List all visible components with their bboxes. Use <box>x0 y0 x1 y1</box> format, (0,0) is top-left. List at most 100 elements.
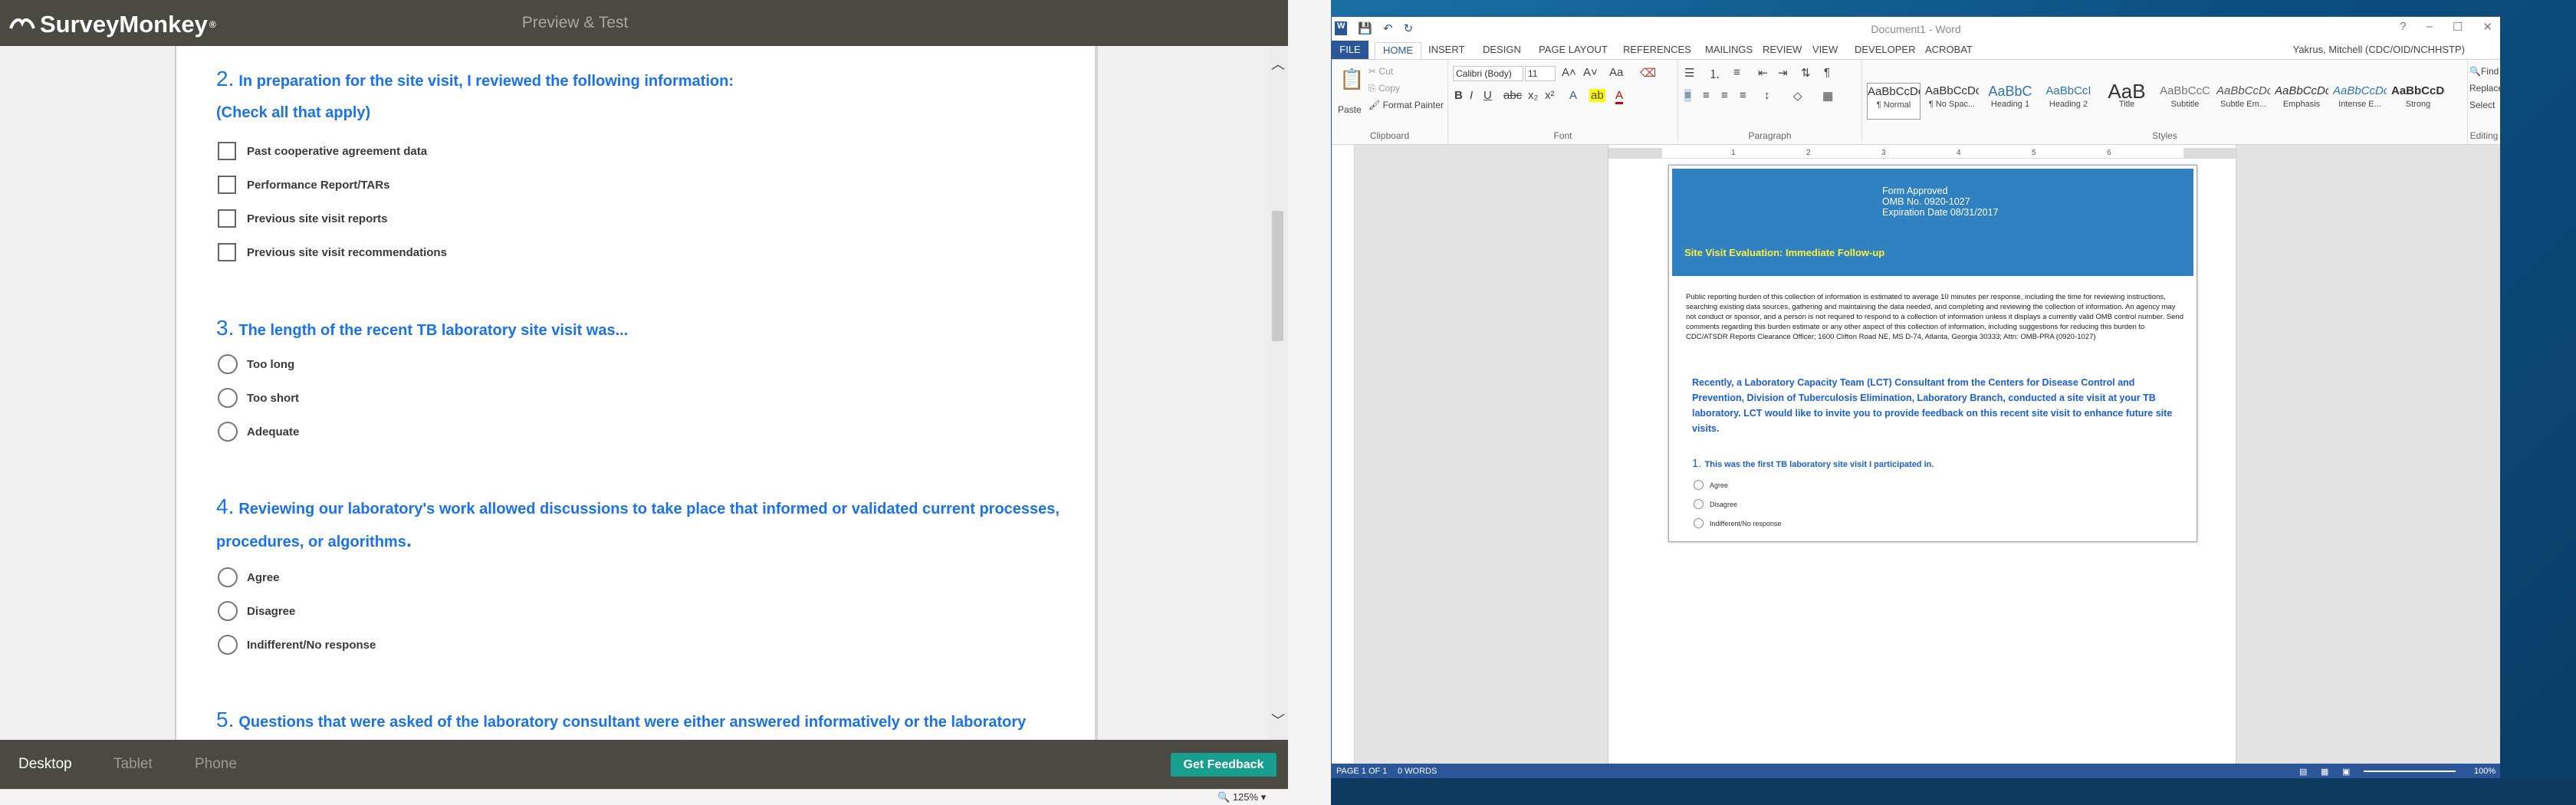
multilevel-list-icon[interactable]: ≡ <box>1733 66 1740 79</box>
shrink-font-icon[interactable]: A˅ <box>1583 66 1598 79</box>
replace-button[interactable]: Replace <box>2469 83 2503 94</box>
subscript-icon[interactable]: x₂ <box>1528 89 1538 102</box>
scroll-up-icon[interactable]: ︿ <box>1271 54 1285 74</box>
checkbox[interactable] <box>218 142 236 160</box>
show-formatting-icon[interactable]: ¶ <box>1824 66 1830 79</box>
checkbox[interactable] <box>218 243 236 261</box>
select-button[interactable]: Select <box>2469 100 2495 110</box>
numbering-icon[interactable]: ⒈ <box>1709 66 1720 82</box>
checkbox-option[interactable]: Performance Report/TARs <box>218 176 389 194</box>
radio-option[interactable]: Indifferent/No response <box>218 635 376 655</box>
zoom-percent[interactable]: 100% <box>2474 767 2496 776</box>
tab-developer[interactable]: DEVELOPER <box>1855 44 1915 55</box>
bold-icon[interactable]: B <box>1454 89 1463 102</box>
highlight-icon[interactable]: ab <box>1589 89 1605 102</box>
text-effects-icon[interactable]: A <box>1569 89 1577 102</box>
bullets-icon[interactable]: ☰ <box>1684 66 1694 80</box>
style-subtle-emphasis[interactable]: AaBbCcDc Subtle Em... <box>2216 83 2270 120</box>
tab-references[interactable]: REFERENCES <box>1623 44 1691 55</box>
checkbox-option[interactable]: Past cooperative agreement data <box>218 142 427 160</box>
device-desktop-tab[interactable]: Desktop <box>18 756 72 773</box>
find-button[interactable]: 🔍Find <box>2469 66 2499 77</box>
radio-option[interactable]: Too long <box>218 354 294 374</box>
format-painter-button[interactable]: 🖌 Format Painter <box>1368 100 1444 110</box>
scroll-down-icon[interactable]: ﹀ <box>1271 710 1285 730</box>
borders-icon[interactable]: ▦ <box>1822 89 1833 103</box>
radio-button[interactable] <box>218 422 238 442</box>
superscript-icon[interactable]: x² <box>1545 89 1555 102</box>
signed-in-user[interactable]: Yakrus, Mitchell (CDC/OID/NCHHSTP) <box>2293 44 2465 55</box>
radio-button[interactable] <box>1694 480 1704 490</box>
style-heading-2[interactable]: AaBbCcI Heading 2 <box>2042 83 2095 120</box>
grow-font-icon[interactable]: A˄ <box>1562 66 1576 79</box>
style-normal[interactable]: AaBbCcDc ¶ Normal <box>1867 83 1921 120</box>
checkbox-option[interactable]: Previous site visit recommendations <box>218 243 447 261</box>
align-right-icon[interactable]: ≡ <box>1721 89 1728 102</box>
line-spacing-icon[interactable]: ↕ <box>1764 89 1770 102</box>
font-color-icon[interactable]: A <box>1615 89 1624 104</box>
tab-insert[interactable]: INSERT <box>1428 44 1464 55</box>
page-count[interactable]: PAGE 1 OF 1 <box>1336 767 1387 776</box>
style-title[interactable]: AaB Title <box>2100 83 2154 120</box>
zoom-slider[interactable] <box>2364 770 2456 772</box>
italic-icon[interactable]: I <box>1470 89 1473 102</box>
font-size-box[interactable]: 11 <box>1525 66 1556 81</box>
tab-home[interactable]: HOME <box>1375 42 1421 59</box>
increase-indent-icon[interactable]: ⇥ <box>1778 66 1788 80</box>
preview-scrollbar[interactable]: ︿ ﹀ <box>1269 46 1288 740</box>
tab-acrobat[interactable]: ACROBAT <box>1925 44 1973 55</box>
maximize-icon[interactable]: ☐ <box>2453 20 2463 34</box>
help-icon[interactable]: ? <box>2400 20 2406 34</box>
tab-mailings[interactable]: MAILINGS <box>1705 44 1753 55</box>
style-strong[interactable]: AaBbCcDc Strong <box>2391 83 2445 120</box>
radio-button[interactable] <box>1694 518 1704 528</box>
style-intense-emphasis[interactable]: AaBbCcDc Intense E... <box>2333 83 2387 120</box>
shading-icon[interactable]: ◇ <box>1793 89 1802 103</box>
web-layout-icon[interactable]: ▣ <box>2342 767 2350 777</box>
checkbox-option[interactable]: Previous site visit reports <box>218 209 387 228</box>
justify-icon[interactable]: ≡ <box>1740 89 1746 102</box>
close-icon[interactable]: ✕ <box>2482 20 2492 34</box>
decrease-indent-icon[interactable]: ⇤ <box>1758 66 1768 80</box>
change-case-icon[interactable]: Aa <box>1609 66 1623 79</box>
radio-option[interactable]: Adequate <box>218 422 299 442</box>
radio-button[interactable] <box>218 601 238 621</box>
checkbox[interactable] <box>218 209 236 228</box>
style-emphasis[interactable]: AaBbCcDc Emphasis <box>2275 83 2328 120</box>
radio-option[interactable]: Too short <box>218 388 299 408</box>
strikethrough-icon[interactable]: abc <box>1503 89 1522 102</box>
horizontal-ruler[interactable]: 1 2 3 4 5 6 <box>1608 148 2237 159</box>
radio-button[interactable] <box>218 635 238 655</box>
cut-button[interactable]: ✂ Cut <box>1368 66 1393 77</box>
checkbox[interactable] <box>218 176 236 194</box>
paste-icon[interactable]: 📋 <box>1339 67 1364 91</box>
radio-button[interactable] <box>218 388 238 408</box>
align-left-icon[interactable]: ≡ <box>1684 89 1691 102</box>
word-count[interactable]: 0 WORDS <box>1398 767 1437 776</box>
align-center-icon[interactable]: ≡ <box>1703 89 1710 102</box>
radio-option[interactable]: Disagree <box>218 601 295 621</box>
radio-button[interactable] <box>1694 499 1704 509</box>
tab-file[interactable]: FILE <box>1332 41 1368 59</box>
sort-icon[interactable]: ⇅ <box>1801 66 1811 80</box>
get-feedback-button[interactable]: Get Feedback <box>1171 753 1276 777</box>
radio-option[interactable]: Disagree <box>1694 499 1737 509</box>
copy-button[interactable]: ⎘ Copy <box>1368 83 1400 94</box>
font-name-box[interactable]: Calibri (Body) <box>1453 66 1523 81</box>
device-tablet-tab[interactable]: Tablet <box>113 756 153 773</box>
scrollbar-thumb[interactable] <box>1272 211 1283 341</box>
radio-option[interactable]: Indifferent/No response <box>1694 518 1781 528</box>
radio-button[interactable] <box>218 567 238 587</box>
style-no-spacing[interactable]: AaBbCcDc ¶ No Spac... <box>1925 83 1979 120</box>
print-layout-icon[interactable]: ▦ <box>2321 767 2328 777</box>
radio-button[interactable] <box>218 354 238 374</box>
zoom-control[interactable]: 🔍 125% ▾ <box>1217 791 1266 803</box>
radio-option[interactable]: Agree <box>218 567 280 587</box>
tab-review[interactable]: REVIEW <box>1763 44 1802 55</box>
device-phone-tab[interactable]: Phone <box>195 756 237 773</box>
read-mode-icon[interactable]: ▤ <box>2299 767 2307 777</box>
tab-design[interactable]: DESIGN <box>1483 44 1521 55</box>
paste-label[interactable]: Paste <box>1338 104 1362 115</box>
clear-formatting-icon[interactable]: ⌫ <box>1640 66 1656 80</box>
style-heading-1[interactable]: AaBbC Heading 1 <box>1983 83 2037 120</box>
